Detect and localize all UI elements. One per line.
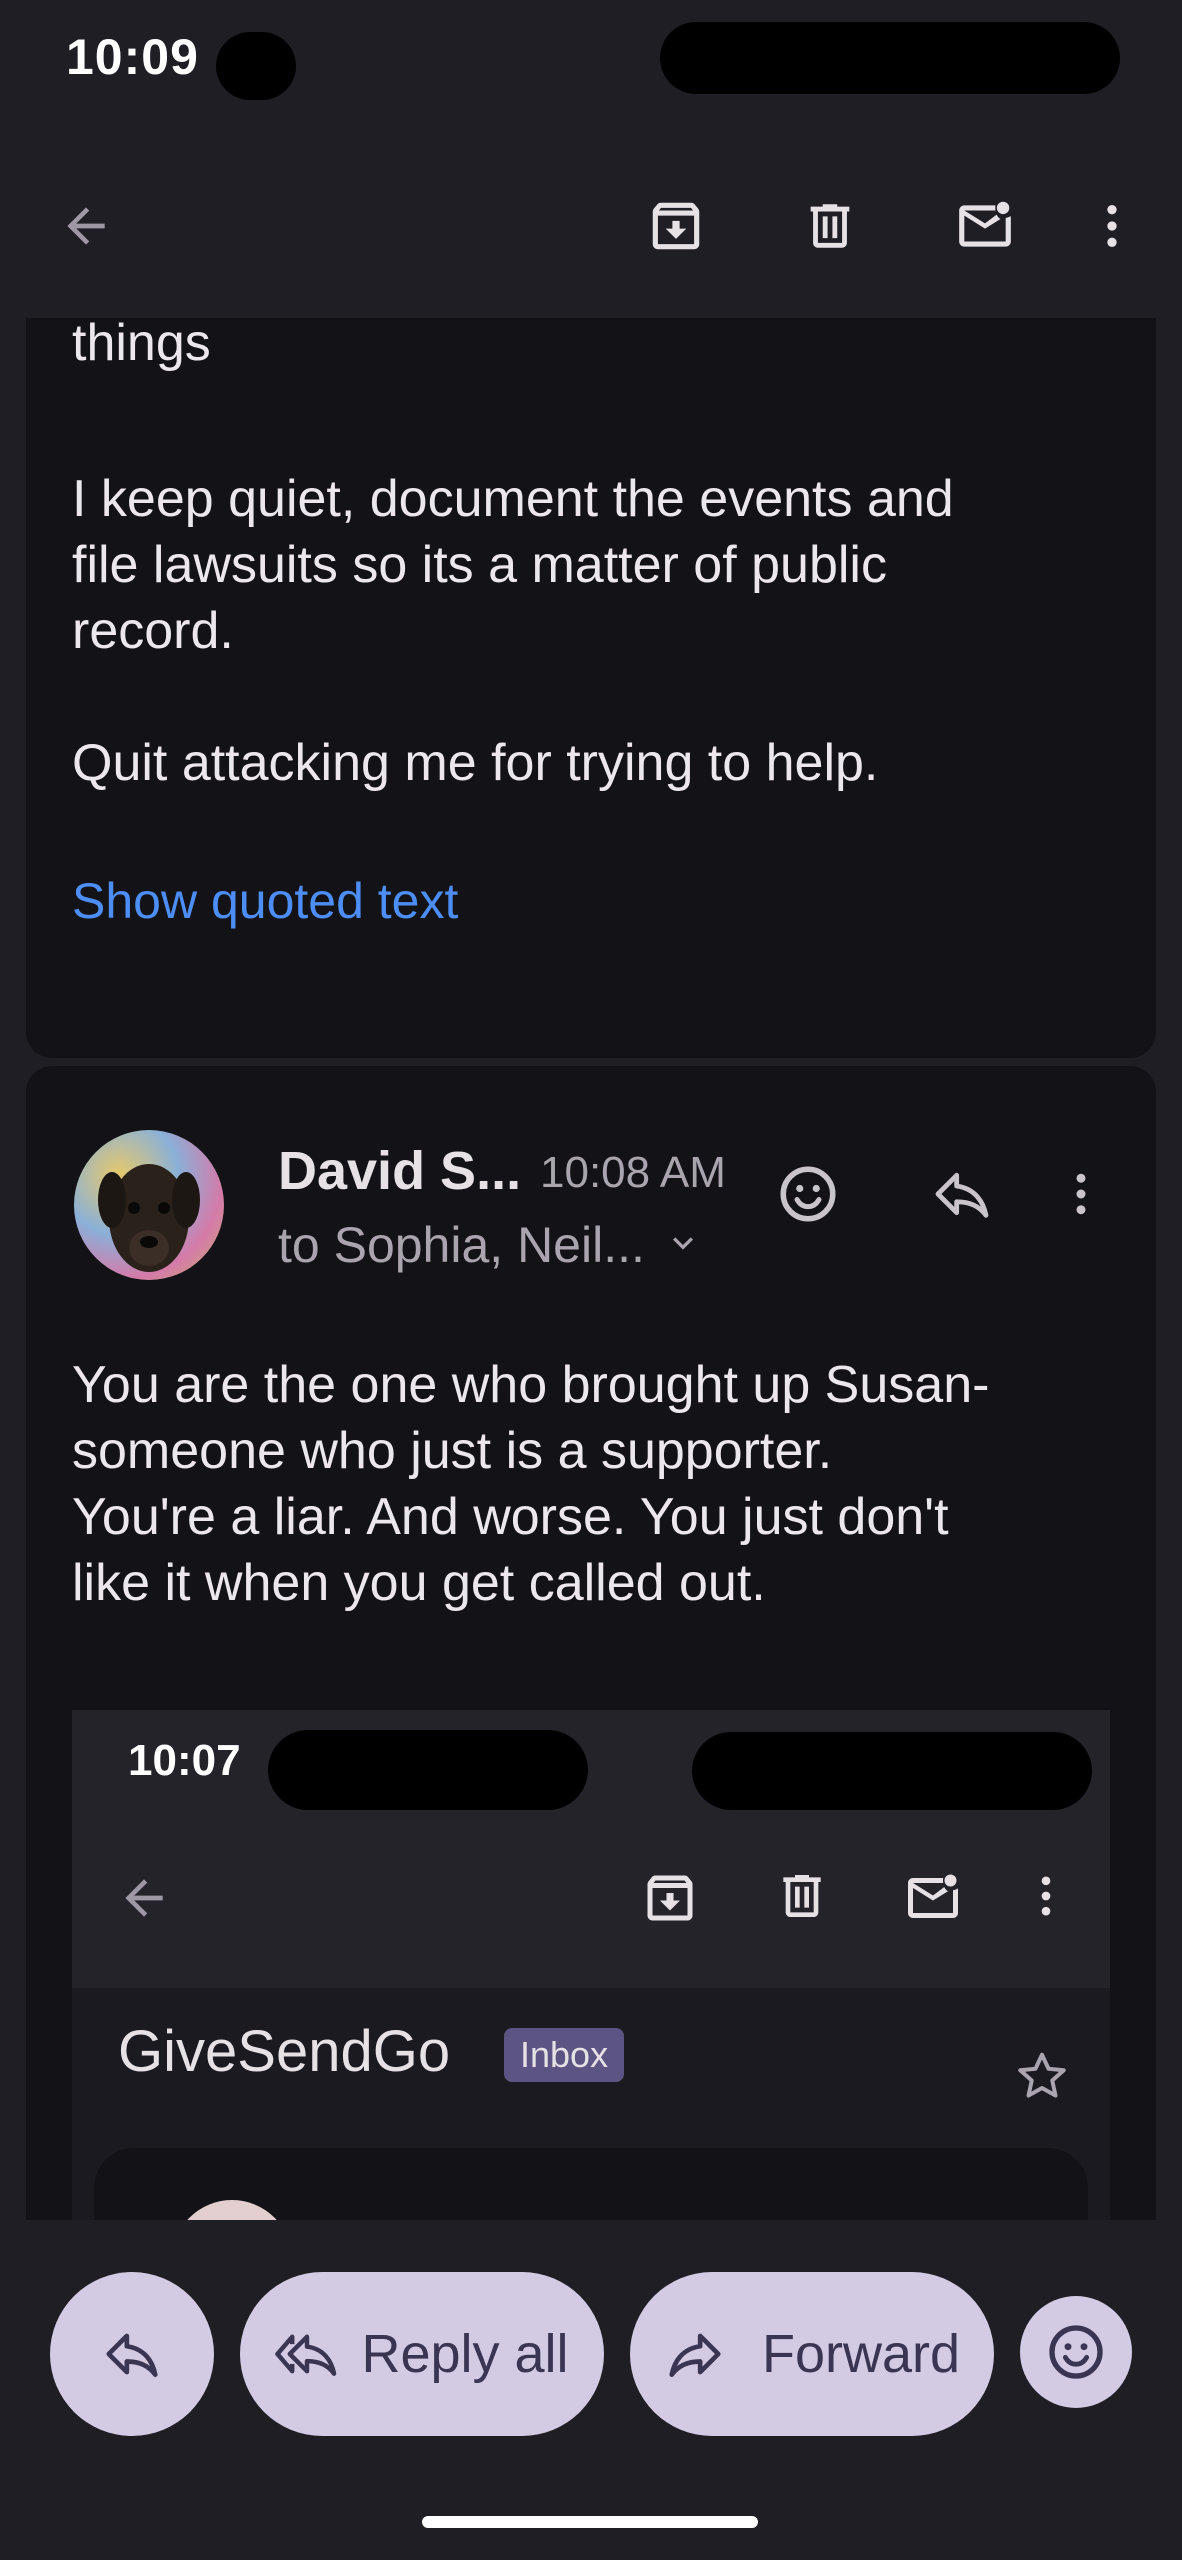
forward-icon (669, 2333, 721, 2377)
mark-unread-icon[interactable] (940, 186, 1030, 266)
archive-icon[interactable] (636, 186, 716, 266)
embedded-archive-icon (640, 1868, 700, 1933)
embedded-mark-unread-icon (902, 1868, 964, 1933)
message-body-paragraph: You are the one who brought up Susan- so… (72, 1356, 990, 1480)
message-thread[interactable]: things I keep quiet, document the events… (0, 318, 1182, 2220)
reply-all-icon (275, 2334, 337, 2376)
add-reaction-icon[interactable] (768, 1154, 848, 1234)
forward-label: Forward (761, 2324, 961, 2384)
home-indicator[interactable] (422, 2516, 758, 2528)
redaction-mark (268, 1730, 588, 1810)
sender-name[interactable]: David S... (278, 1140, 521, 1202)
reply-all-button[interactable]: Reply all (240, 2272, 604, 2436)
more-vert-icon[interactable] (1072, 186, 1152, 266)
emoji-icon (1049, 2325, 1103, 2379)
embedded-screenshot-image[interactable]: 10:07 GiveSendGo Inbox (72, 1710, 1110, 2220)
status-time: 10:09 (66, 29, 199, 85)
message-more-icon[interactable] (1046, 1154, 1116, 1234)
status-bar: 10:09 (0, 0, 1182, 150)
bottom-action-bar: Reply all Forward (0, 2220, 1182, 2560)
reply-button[interactable] (50, 2272, 214, 2436)
avatar[interactable] (74, 1130, 224, 1280)
embedded-back-icon (116, 1870, 172, 1931)
message-body-fragment: things (72, 318, 211, 372)
embedded-subject: GiveSendGo (118, 2019, 451, 2084)
redaction-mark (660, 22, 1120, 94)
redaction-mark (216, 32, 296, 100)
message-card: things I keep quiet, document the events… (26, 318, 1156, 1058)
message-body-paragraph: You're a liar. And worse. You just don't… (72, 1488, 949, 1612)
redaction-mark (692, 1732, 1092, 1810)
forward-button[interactable]: Forward (630, 2272, 994, 2436)
message-time: 10:08 AM (540, 1148, 726, 1197)
chevron-down-icon (663, 1223, 703, 1268)
top-toolbar (0, 150, 1182, 320)
show-quoted-text-link[interactable]: Show quoted text (72, 872, 458, 930)
embedded-inbox-badge: Inbox (504, 2028, 625, 2082)
recipients-label: to Sophia, Neil... (278, 1217, 645, 1273)
embedded-star-icon (1012, 2046, 1072, 2111)
reply-all-label: Reply all (361, 2324, 569, 2384)
reply-icon[interactable] (922, 1154, 1002, 1234)
trash-icon[interactable] (790, 186, 870, 266)
message-body-paragraph: Quit attacking me for trying to help. (72, 734, 879, 792)
embedded-more-icon (1020, 1868, 1072, 1929)
emoji-reaction-button[interactable] (1020, 2296, 1132, 2408)
recipients-toggle[interactable]: to Sophia, Neil... (278, 1216, 703, 1274)
embedded-status-time: 10:07 (128, 1736, 241, 1785)
embedded-trash-icon (774, 1868, 830, 1929)
reply-icon (106, 2333, 158, 2377)
message-body-paragraph: I keep quiet, document the events and fi… (72, 470, 954, 660)
back-arrow-icon[interactable] (46, 186, 126, 266)
